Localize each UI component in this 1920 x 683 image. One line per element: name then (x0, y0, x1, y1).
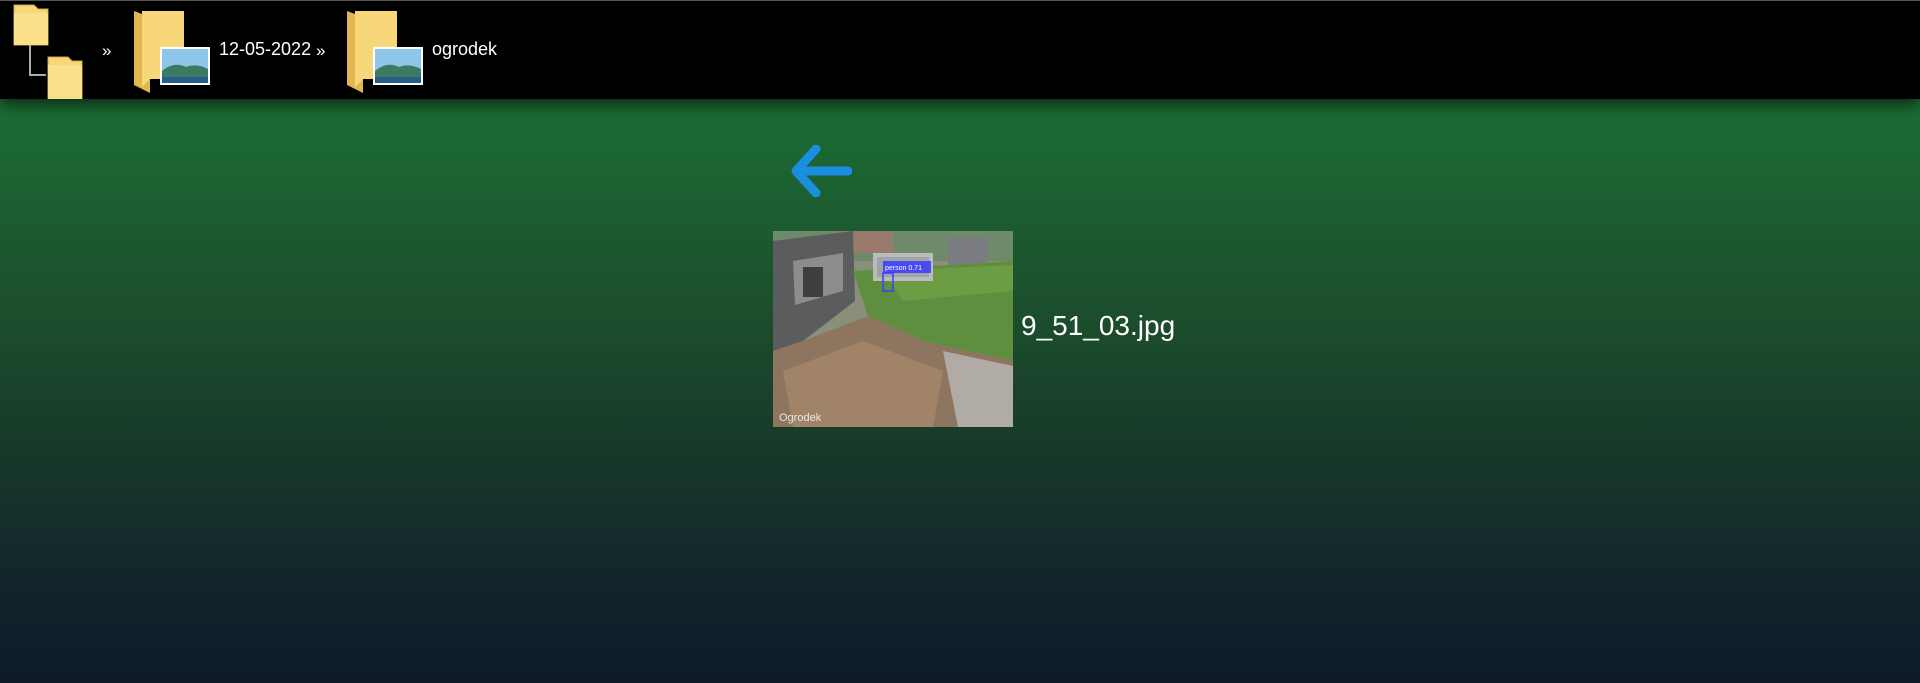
breadcrumb-root[interactable] (12, 3, 84, 100)
breadcrumb-separator: » (316, 41, 326, 60)
breadcrumb-item-date[interactable]: 12-05-2022 (134, 9, 324, 93)
file-name-link[interactable]: 9_51_03.jpg (1021, 310, 1175, 342)
breadcrumb: » 12-05-2022 » ogrodek (0, 0, 1920, 100)
camera-snapshot-image: person 0.71 Ogrodek (773, 231, 1013, 427)
back-arrow-icon (791, 144, 853, 198)
folder-image-icon (347, 11, 423, 93)
breadcrumb-separator: » (102, 41, 112, 60)
breadcrumb-label: ogrodek (432, 39, 498, 59)
back-button[interactable] (790, 144, 853, 198)
breadcrumb-label: 12-05-2022 (219, 39, 312, 59)
breadcrumb-item-ogrodek[interactable]: ogrodek (347, 9, 507, 93)
image-thumbnail[interactable]: person 0.71 Ogrodek (773, 231, 1013, 427)
folder-tree-icon (13, 4, 83, 100)
detection-label: person 0.71 (885, 265, 922, 272)
folder-image-icon (134, 11, 210, 93)
camera-label: Ogrodek (779, 412, 822, 424)
